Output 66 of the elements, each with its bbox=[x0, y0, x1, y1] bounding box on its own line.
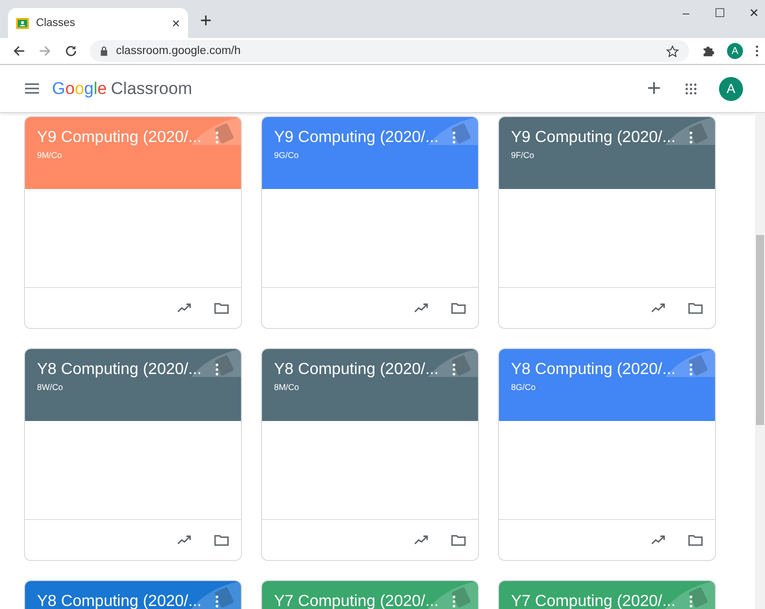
more-options-icon[interactable] bbox=[452, 131, 456, 144]
more-options-icon[interactable] bbox=[452, 363, 456, 376]
trending-up-icon[interactable] bbox=[414, 302, 429, 314]
more-options-icon[interactable] bbox=[452, 595, 456, 608]
trending-up-icon[interactable] bbox=[177, 534, 192, 546]
class-card[interactable]: Y7 Computing (2020/... bbox=[498, 580, 716, 609]
reload-icon[interactable] bbox=[64, 44, 78, 58]
classroom-favicon-icon bbox=[16, 18, 29, 28]
google-classroom-logo[interactable]: Google Classroom bbox=[52, 78, 647, 98]
more-icon[interactable] bbox=[755, 45, 759, 57]
folder-icon[interactable] bbox=[688, 534, 703, 546]
back-icon[interactable] bbox=[12, 44, 26, 58]
star-icon[interactable] bbox=[666, 44, 679, 58]
folder-icon[interactable] bbox=[451, 534, 466, 546]
add-class-button[interactable]: + bbox=[646, 74, 661, 102]
puzzle-icon[interactable] bbox=[701, 44, 715, 58]
class-card[interactable]: Y8 Computing (2020/... 8W/Co bbox=[24, 348, 242, 561]
class-card[interactable]: Y9 Computing (2020/... 9F/Co bbox=[498, 116, 716, 329]
window-control-button[interactable]: ☐ bbox=[713, 6, 727, 20]
new-tab-button[interactable]: + bbox=[200, 10, 212, 33]
class-card[interactable]: Y7 Computing (2020/... bbox=[261, 580, 479, 609]
more-options-icon[interactable] bbox=[215, 363, 219, 376]
class-title[interactable]: Y7 Computing (2020/... bbox=[274, 593, 439, 609]
class-title[interactable]: Y8 Computing (2020/... bbox=[37, 593, 202, 609]
class-section: 9G/Co bbox=[274, 150, 439, 160]
folder-icon[interactable] bbox=[214, 534, 229, 546]
more-options-icon[interactable] bbox=[215, 595, 219, 608]
class-title[interactable]: Y8 Computing (2020/... bbox=[511, 361, 676, 379]
class-section: 9M/Co bbox=[37, 150, 202, 160]
apps-grid-icon[interactable] bbox=[685, 82, 697, 94]
class-section: 8M/Co bbox=[274, 382, 439, 392]
class-title[interactable]: Y9 Computing (2020/... bbox=[511, 129, 676, 147]
browser-tab[interactable]: Classes × bbox=[8, 8, 188, 38]
class-card[interactable]: Y9 Computing (2020/... 9G/Co bbox=[261, 116, 479, 329]
trending-up-icon[interactable] bbox=[177, 302, 192, 314]
class-section: 8G/Co bbox=[511, 382, 676, 392]
more-options-icon[interactable] bbox=[689, 363, 693, 376]
class-title[interactable]: Y9 Computing (2020/... bbox=[274, 129, 439, 147]
tab-title: Classes bbox=[36, 17, 76, 29]
class-section: 9F/Co bbox=[511, 150, 676, 160]
class-title[interactable]: Y8 Computing (2020/... bbox=[37, 361, 202, 379]
account-avatar[interactable]: A bbox=[719, 76, 743, 100]
class-title[interactable]: Y8 Computing (2020/... bbox=[274, 361, 439, 379]
folder-icon[interactable] bbox=[451, 302, 466, 314]
trending-up-icon[interactable] bbox=[651, 302, 666, 314]
menu-icon[interactable] bbox=[25, 83, 39, 94]
window-control-button[interactable]: – bbox=[679, 6, 693, 20]
close-tab-button[interactable]: × bbox=[172, 15, 180, 31]
trending-up-icon[interactable] bbox=[651, 534, 666, 546]
address-bar[interactable]: classroom.google.com/h bbox=[90, 40, 689, 62]
trending-up-icon[interactable] bbox=[414, 534, 429, 546]
profile-avatar[interactable]: A bbox=[727, 43, 743, 59]
window-control-button[interactable]: ✕ bbox=[747, 6, 761, 20]
class-card[interactable]: Y8 Computing (2020/... 8G/Co bbox=[498, 348, 716, 561]
more-options-icon[interactable] bbox=[215, 131, 219, 144]
folder-icon[interactable] bbox=[214, 302, 229, 314]
more-options-icon[interactable] bbox=[689, 131, 693, 144]
folder-icon[interactable] bbox=[688, 302, 703, 314]
url-text: classroom.google.com/h bbox=[116, 45, 242, 57]
lock-icon bbox=[100, 46, 108, 56]
class-card[interactable]: Y8 Computing (2020/... bbox=[24, 580, 242, 609]
class-title[interactable]: Y7 Computing (2020/... bbox=[511, 593, 676, 609]
class-card[interactable]: Y8 Computing (2020/... 8M/Co bbox=[261, 348, 479, 561]
scrollbar-thumb[interactable] bbox=[756, 235, 764, 425]
more-options-icon[interactable] bbox=[689, 595, 693, 608]
class-section: 8W/Co bbox=[37, 382, 202, 392]
